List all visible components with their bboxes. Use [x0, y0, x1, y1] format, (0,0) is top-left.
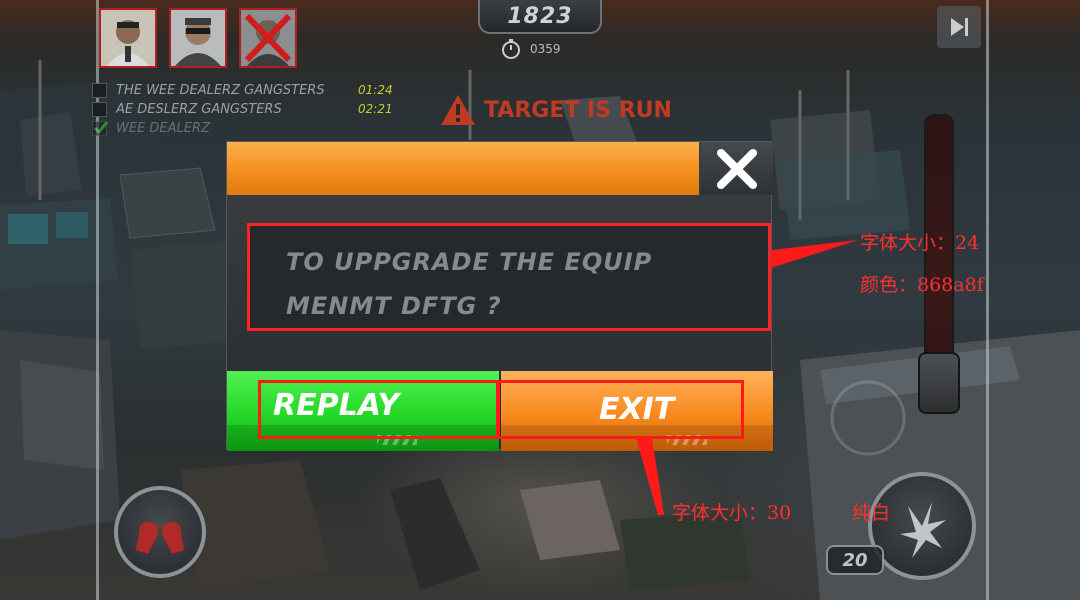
button-font-size-note: 字体大小：30 — [672, 502, 792, 524]
button-color-note: 纯白 — [852, 502, 891, 524]
message-color-note: 颜色：868a8f — [860, 274, 984, 296]
message-font-size-note: 字体大小：24 — [860, 232, 980, 254]
annotation-pointers — [636, 240, 858, 515]
